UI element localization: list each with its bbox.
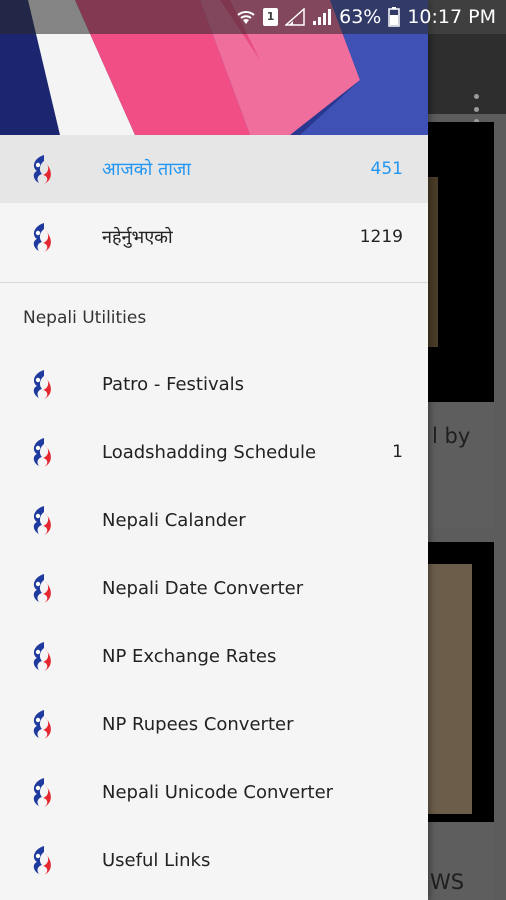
menu-item-todays-fresh[interactable]: आजको ताजा 451 [0, 135, 428, 203]
section-header: Nepali Utilities [0, 283, 428, 350]
menu-item-label: आजको ताजा [102, 159, 191, 180]
news-card-image [428, 122, 494, 402]
drawer-menu: आजको ताजा 451 नहेर्नुभएको 1219 Nepali Ut… [0, 135, 428, 894]
app-logo-icon [33, 506, 51, 535]
app-logo-icon [33, 574, 51, 603]
signal-icon [313, 9, 332, 25]
menu-item-label: Nepali Date Converter [102, 577, 304, 599]
menu-item-exchange-rates[interactable]: NP Exchange Rates [0, 622, 428, 690]
app-logo-icon [33, 778, 51, 807]
battery-percent: 63% [339, 6, 382, 28]
menu-item-label: नहेर्नुभएको [102, 227, 173, 248]
menu-item-count: 451 [370, 159, 403, 179]
wifi-icon [237, 11, 255, 24]
navigation-drawer: आजको ताजा 451 नहेर्नुभएको 1219 Nepali Ut… [0, 0, 428, 900]
menu-item-label: NP Rupees Converter [102, 713, 294, 735]
menu-item-label: Useful Links [102, 849, 211, 871]
menu-item-label: NP Exchange Rates [102, 645, 277, 667]
menu-item-count: 1 [392, 442, 403, 462]
clock: 10:17 PM [407, 6, 496, 28]
news-card-image [428, 542, 494, 822]
menu-item-patro-festivals[interactable]: Patro - Festivals [0, 350, 428, 418]
app-logo-icon [33, 438, 51, 467]
menu-item-label: Patro - Festivals [102, 373, 245, 395]
sim-icon: 1 [263, 8, 279, 26]
news-card-title-fragment: l by [432, 424, 471, 448]
app-logo-icon [33, 846, 51, 875]
battery-icon [388, 7, 401, 27]
status-bar: 1 63% 10:17 PM [0, 0, 506, 34]
menu-item-rupees-converter[interactable]: NP Rupees Converter [0, 690, 428, 758]
menu-item-loadshedding-schedule[interactable]: Loadshadding Schedule 1 [0, 418, 428, 486]
news-card[interactable] [428, 542, 494, 900]
menu-item-label: Nepali Calander [102, 509, 246, 531]
app-logo-icon [33, 155, 51, 184]
app-logo-icon [33, 710, 51, 739]
menu-item-nepali-date-converter[interactable]: Nepali Date Converter [0, 554, 428, 622]
menu-item-nepali-calendar[interactable]: Nepali Calander [0, 486, 428, 554]
section-title: Nepali Utilities [23, 308, 147, 328]
menu-item-unicode-converter[interactable]: Nepali Unicode Converter [0, 758, 428, 826]
news-card-title-fragment: WS [430, 870, 465, 894]
menu-item-label: Nepali Unicode Converter [102, 781, 334, 803]
menu-item-useful-links[interactable]: Useful Links [0, 826, 428, 894]
app-logo-icon [33, 370, 51, 399]
menu-item-label: Loadshadding Schedule [102, 441, 317, 463]
menu-item-count: 1219 [359, 227, 403, 247]
news-card[interactable] [428, 122, 494, 528]
signal-icon [285, 8, 305, 26]
app-logo-icon [33, 223, 51, 252]
app-logo-icon [33, 642, 51, 671]
overflow-menu-icon[interactable] [464, 94, 488, 124]
menu-item-unviewed[interactable]: नहेर्नुभएको 1219 [0, 203, 428, 271]
